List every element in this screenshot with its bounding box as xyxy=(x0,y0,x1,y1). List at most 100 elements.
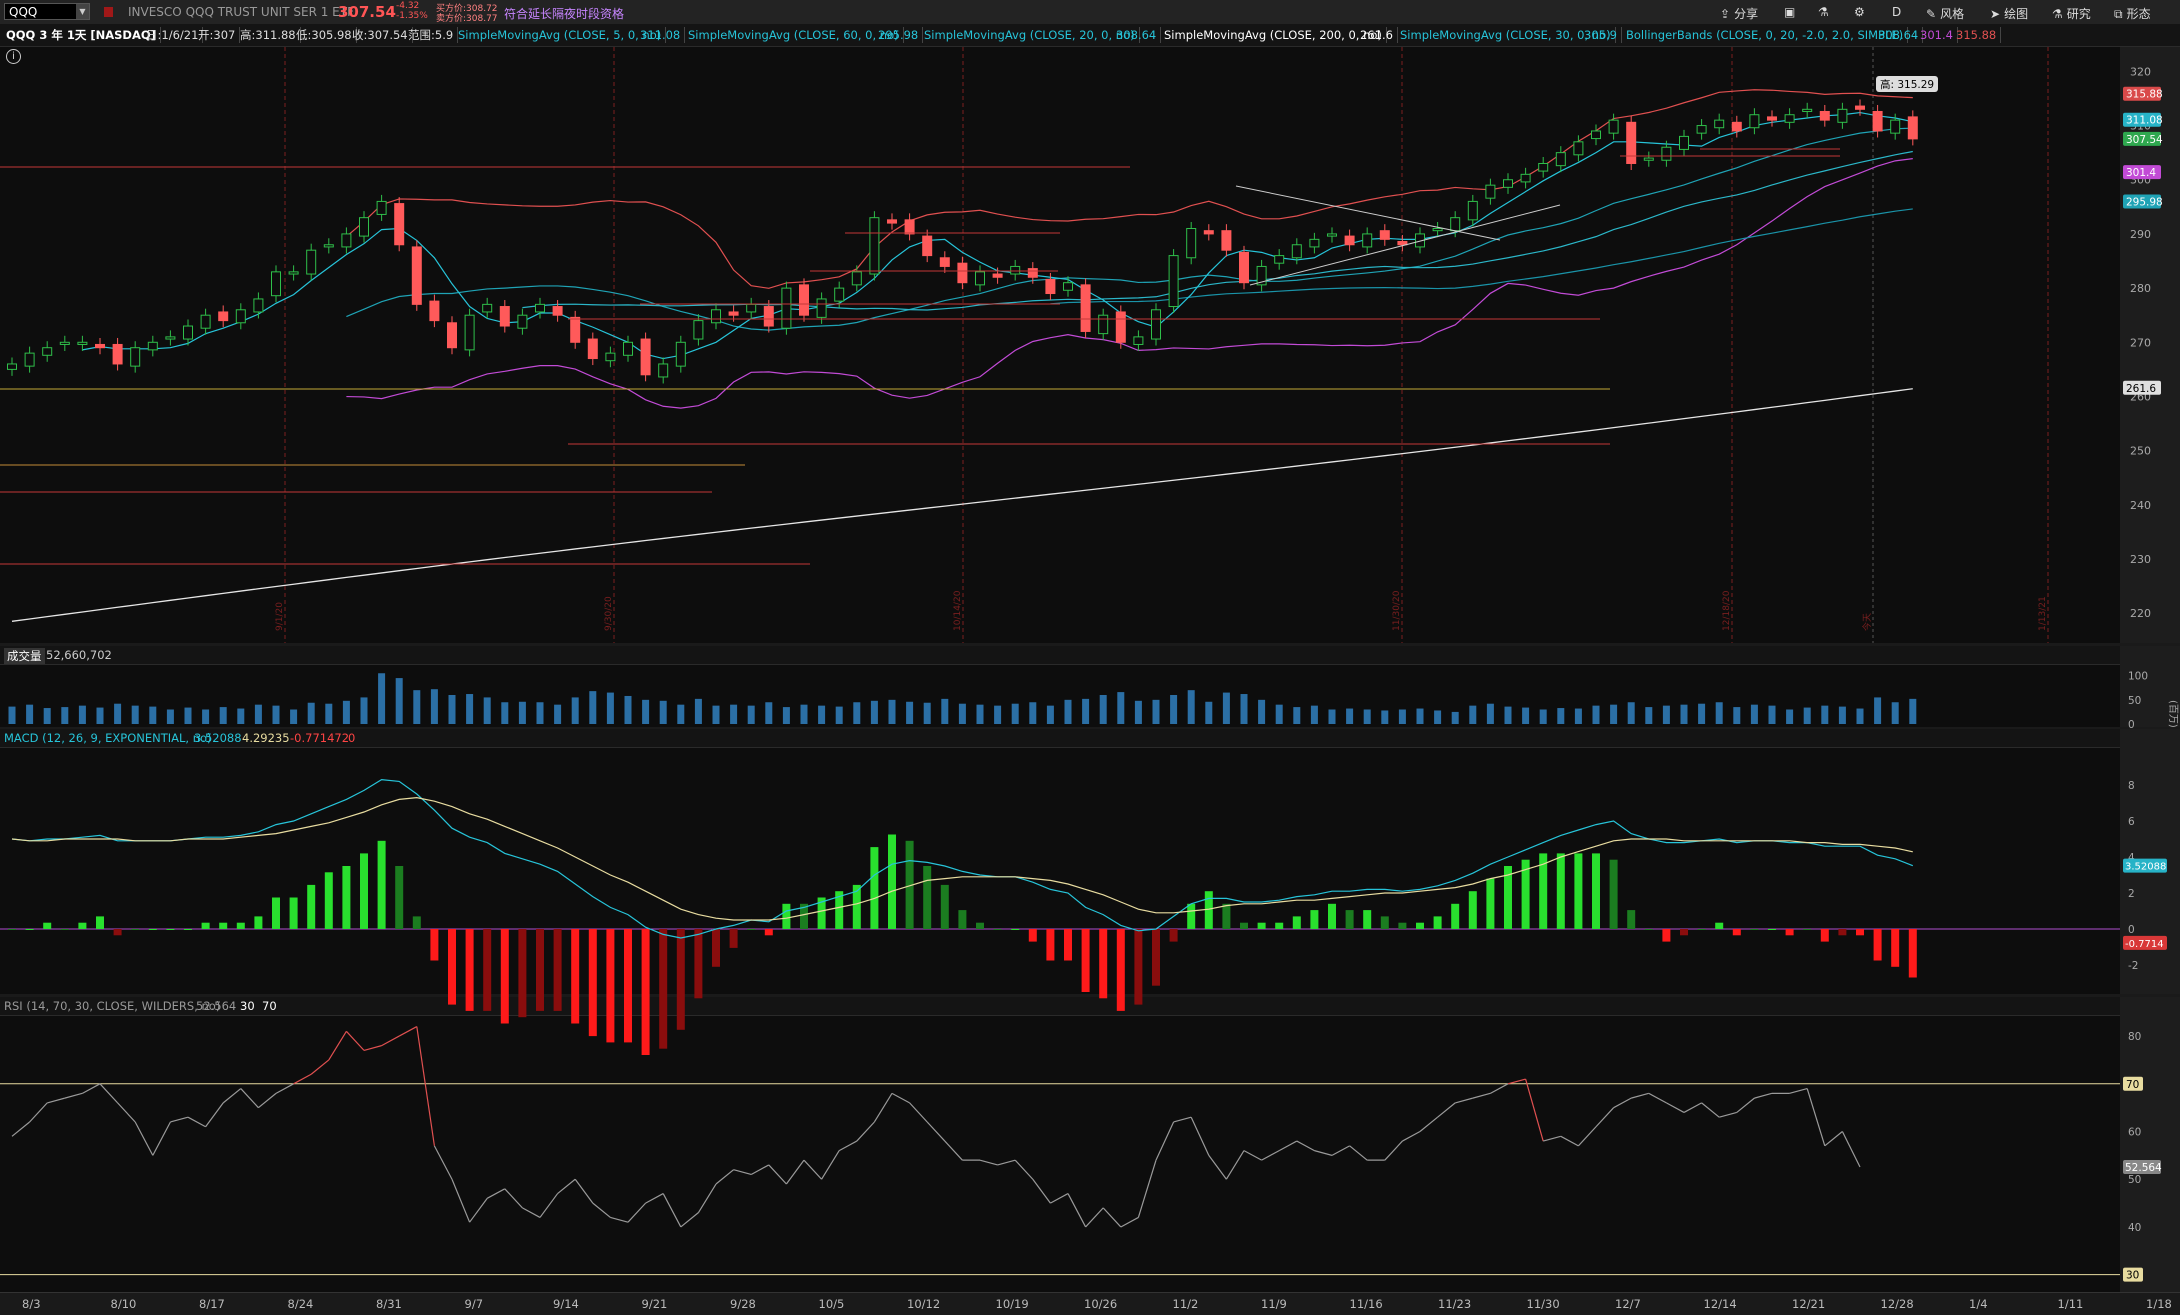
macd-histogram-bar xyxy=(518,929,527,1018)
volume-bar xyxy=(870,700,878,724)
rsi-line-segment xyxy=(838,1140,858,1152)
candle-body xyxy=(1063,282,1073,291)
candle-body xyxy=(1221,230,1232,251)
candle-body xyxy=(1855,105,1865,110)
candle-body xyxy=(1872,110,1883,132)
rsi-line-segment xyxy=(1050,1193,1069,1204)
vertical-date-label: 12/18/20 xyxy=(1722,590,1732,631)
macd-histogram-bar xyxy=(1169,929,1178,942)
volume-bar xyxy=(518,701,526,724)
volume-bar xyxy=(78,705,86,724)
volume-bar xyxy=(1258,699,1266,724)
date-axis-label: 8/10 xyxy=(110,1297,137,1311)
volume-bar xyxy=(184,707,192,724)
volume-bar xyxy=(906,701,914,724)
date-axis-label: 9/21 xyxy=(641,1297,668,1311)
vertical-date-label: 11/30/20 xyxy=(1392,590,1402,631)
candle-body xyxy=(1397,241,1408,246)
rsi-line-segment xyxy=(821,1150,840,1180)
rsi-line-segment xyxy=(29,1102,48,1123)
macd-histogram-bar xyxy=(553,929,562,1011)
rsi-line-segment xyxy=(1331,1145,1350,1156)
price-badge-text: 295.98 xyxy=(2126,197,2163,209)
volume-bar xyxy=(1680,704,1688,724)
macd-badge-text: 3.52088 xyxy=(2125,862,2166,873)
candle-body xyxy=(552,306,563,316)
volume-bar xyxy=(8,706,16,724)
macd-histogram-bar xyxy=(1292,916,1301,929)
candle-body xyxy=(1362,233,1373,248)
candle-body xyxy=(922,235,933,257)
date-axis-label: 10/19 xyxy=(995,1297,1029,1311)
macd-histogram-bar xyxy=(342,866,351,929)
candle-body xyxy=(1503,179,1513,188)
macd-histogram-bar xyxy=(43,922,52,929)
volume-bar xyxy=(818,705,826,724)
macd-histogram-bar xyxy=(536,929,544,1011)
rsi-line-segment xyxy=(1525,1078,1544,1142)
macd-histogram-bar xyxy=(1468,891,1477,929)
macd-histogram-bar xyxy=(1644,929,1653,930)
candle-body xyxy=(1239,251,1249,284)
candle-body xyxy=(834,287,845,302)
macd-histogram-bar xyxy=(940,884,949,929)
candle-body xyxy=(1203,230,1214,235)
date-axis-label: 11/9 xyxy=(1261,1297,1287,1311)
candle-body xyxy=(42,347,53,356)
macd-histogram-bar xyxy=(1592,853,1600,929)
candle-body xyxy=(1027,268,1038,278)
volume-bar xyxy=(941,698,949,724)
rsi-line-segment xyxy=(99,1083,119,1104)
volume-bar xyxy=(61,707,69,724)
volume-bar xyxy=(554,704,562,724)
rsi-line-segment xyxy=(469,1197,488,1223)
candle-body xyxy=(323,244,334,248)
candle-body xyxy=(693,320,704,340)
price-tick-label: 220 xyxy=(2130,607,2151,620)
macd-histogram-bar xyxy=(60,929,69,930)
macd-histogram-bar xyxy=(430,929,439,961)
rsi-line-segment xyxy=(768,1164,787,1185)
volume-bar xyxy=(571,697,579,724)
candle-body xyxy=(887,219,897,224)
volume-bar xyxy=(395,678,403,724)
rsi-line-segment xyxy=(1490,1083,1509,1094)
macd-tick-label: 6 xyxy=(2128,816,2135,828)
rsi-line-segment xyxy=(1841,1131,1861,1168)
rsi-line-segment xyxy=(1137,1159,1157,1218)
price-tick-label: 270 xyxy=(2130,336,2151,349)
volume-unit-label: (百万) xyxy=(2167,700,2179,728)
macd-histogram-bar xyxy=(148,929,157,930)
macd-tick-label: 0 xyxy=(2128,924,2135,936)
volume-bar xyxy=(1381,710,1389,724)
rsi-line-segment xyxy=(944,1140,963,1161)
macd-histogram-bar xyxy=(272,897,280,929)
volume-bar xyxy=(1821,705,1829,724)
bollinger-lower-line xyxy=(346,158,1913,409)
macd-histogram-bar xyxy=(25,929,34,930)
candle-body xyxy=(218,311,229,322)
rsi-line-segment xyxy=(258,1092,277,1109)
macd-histogram-bar xyxy=(1064,929,1072,961)
candle-body xyxy=(1784,114,1795,123)
volume-bar xyxy=(1574,708,1582,724)
candle-body xyxy=(394,203,405,246)
volume-bar xyxy=(1346,708,1354,724)
rsi-line-segment xyxy=(1806,1088,1826,1147)
chart-canvas[interactable]: 320310300290280270260250240230220315.883… xyxy=(0,0,2180,1314)
rsi-line-segment xyxy=(416,1026,435,1146)
rsi-line-segment xyxy=(345,1030,365,1051)
candle-body xyxy=(1344,235,1355,246)
volume-bar xyxy=(1029,702,1037,724)
vertical-date-label: 10/14/20 xyxy=(953,590,963,631)
volume-bar xyxy=(765,702,773,724)
rsi-line-segment xyxy=(1225,1150,1245,1180)
candle-body xyxy=(1010,265,1021,275)
candle-body xyxy=(1643,157,1654,161)
price-tick-label: 250 xyxy=(2130,445,2151,458)
volume-bar xyxy=(96,707,104,724)
price-badge-text: 311.08 xyxy=(2126,115,2163,127)
candle-body xyxy=(1573,141,1584,156)
rsi-tick-label: 50 xyxy=(2128,1174,2141,1186)
volume-bar xyxy=(1046,705,1054,724)
